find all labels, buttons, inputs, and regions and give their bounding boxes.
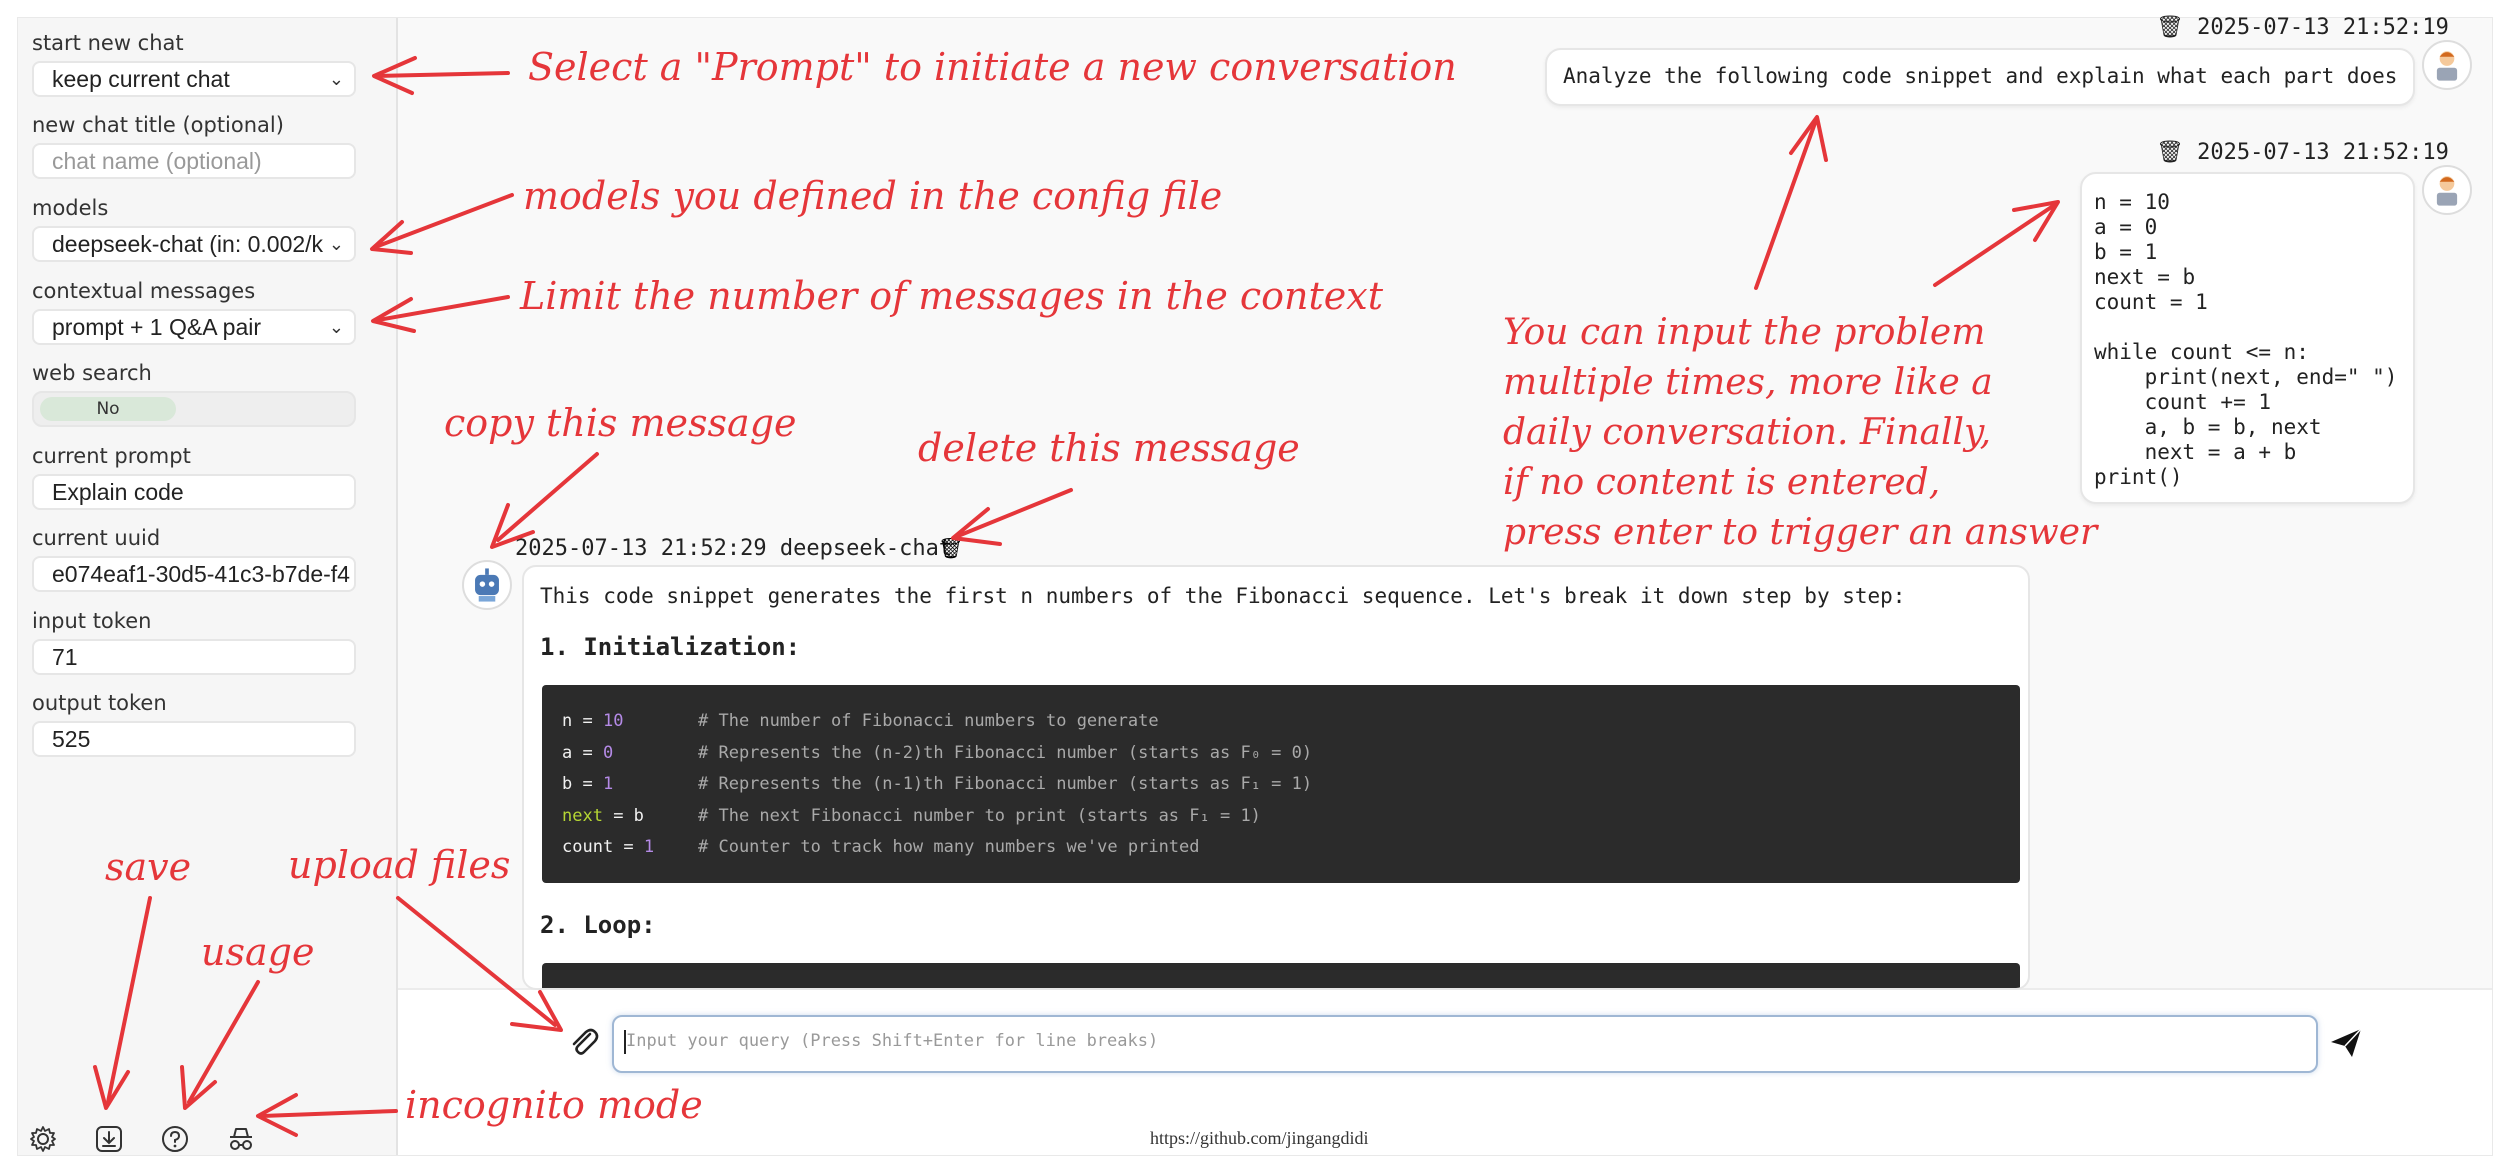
models-label: models bbox=[32, 196, 109, 220]
bot-heading-2: 2. Loop: bbox=[540, 911, 656, 939]
annotation-upload: upload files bbox=[288, 843, 511, 887]
chevron-down-icon: ⌄ bbox=[328, 317, 344, 337]
input-token-field: 71 bbox=[32, 639, 356, 675]
query-input[interactable]: Input your query (Press Shift+Enter for … bbox=[612, 1015, 2318, 1073]
bot-avatar[interactable] bbox=[462, 560, 512, 610]
context-select[interactable]: prompt + 1 Q&A pair ⌄ bbox=[32, 309, 356, 345]
annotation-save: save bbox=[105, 845, 192, 889]
code-line: next = b bbox=[562, 806, 644, 826]
web-search-value: No bbox=[40, 397, 176, 421]
code-block bbox=[542, 963, 2020, 988]
code-comment: # Represents the (n-2)th Fibonacci numbe… bbox=[698, 743, 1313, 763]
bot-heading-1: 1. Initialization: bbox=[540, 633, 801, 661]
start-chat-label: start new chat bbox=[32, 31, 184, 55]
code-line: n = 10 bbox=[562, 711, 624, 731]
input-token-label: input token bbox=[32, 609, 152, 633]
chevron-down-icon: ⌄ bbox=[324, 228, 344, 260]
models-value: deepseek-chat (in: 0.002/k, bbox=[52, 231, 330, 257]
chevron-down-icon: ⌄ bbox=[328, 69, 344, 89]
models-select[interactable]: deepseek-chat (in: 0.002/k, ⌄ bbox=[32, 226, 356, 262]
user-avatar bbox=[2422, 165, 2472, 215]
code-comment: # Counter to track how many numbers we'v… bbox=[698, 837, 1200, 857]
start-chat-select[interactable]: keep current chat ⌄ bbox=[32, 61, 356, 97]
uuid-label: current uuid bbox=[32, 526, 161, 550]
code-line: a = 0 bbox=[562, 743, 614, 763]
annotation-copy: copy this message bbox=[444, 401, 797, 445]
annotation-incognito: incognito mode bbox=[405, 1083, 703, 1127]
send-icon[interactable] bbox=[2328, 1026, 2364, 1060]
code-comment: # Represents the (n-1)th Fibonacci numbe… bbox=[698, 774, 1313, 794]
query-placeholder: Input your query (Press Shift+Enter for … bbox=[626, 1031, 1159, 1051]
bot-message: This code snippet generates the first n … bbox=[522, 565, 2030, 990]
user-avatar bbox=[2422, 40, 2472, 90]
trash-icon[interactable]: 🗑 bbox=[938, 536, 963, 560]
user-message: Analyze the following code snippet and e… bbox=[1545, 48, 2415, 106]
annotation-context: Limit the number of messages in the cont… bbox=[520, 274, 1383, 318]
context-label: contextual messages bbox=[32, 279, 256, 303]
annotation-prompt: Select a "Prompt" to initiate a new conv… bbox=[528, 45, 1457, 89]
current-uuid-field[interactable]: e074eaf1-30d5-41c3-b7de-f4 bbox=[32, 556, 356, 592]
chat-title-input[interactable]: chat name (optional) bbox=[32, 143, 356, 179]
bot-message-meta: 2025-07-13 21:52:29 deepseek-chat bbox=[515, 536, 953, 561]
title-label: new chat title (optional) bbox=[32, 113, 284, 137]
start-chat-value: keep current chat bbox=[52, 66, 230, 92]
gear-icon[interactable] bbox=[28, 1124, 58, 1154]
user-message-timestamp: 🗑 2025-07-13 21:52:19 bbox=[2156, 140, 2449, 165]
code-line: count = 1 bbox=[562, 837, 655, 857]
web-search-label: web search bbox=[32, 361, 152, 385]
paperclip-icon[interactable] bbox=[566, 1024, 602, 1060]
output-token-field: 525 bbox=[32, 721, 356, 757]
code-line: b = 1 bbox=[562, 774, 614, 794]
download-icon[interactable] bbox=[94, 1124, 124, 1154]
bot-intro: This code snippet generates the first n … bbox=[540, 584, 1906, 608]
context-value: prompt + 1 Q&A pair bbox=[52, 314, 262, 340]
github-link[interactable]: https://github.com/jingangdidi bbox=[1150, 1128, 1369, 1149]
help-icon[interactable] bbox=[160, 1124, 190, 1154]
annotation-models: models you defined in the config file bbox=[523, 174, 1223, 218]
annotation-usage: usage bbox=[201, 930, 315, 974]
code-comment: # The next Fibonacci number to print (st… bbox=[698, 806, 1261, 826]
incognito-icon[interactable] bbox=[226, 1124, 256, 1154]
output-token-label: output token bbox=[32, 691, 167, 715]
web-search-toggle[interactable]: No bbox=[32, 391, 356, 427]
current-prompt-field[interactable]: Explain code bbox=[32, 474, 356, 510]
user-code-message: n = 10 a = 0 b = 1 next = b count = 1 wh… bbox=[2080, 172, 2415, 504]
annotation-multi: You can input the problem multiple times… bbox=[1503, 312, 2098, 553]
user-message-timestamp: 🗑 2025-07-13 21:52:19 bbox=[2156, 15, 2449, 40]
code-comment: # The number of Fibonacci numbers to gen… bbox=[698, 711, 1159, 731]
code-block: n = 10 # The number of Fibonacci numbers… bbox=[542, 685, 2020, 883]
annotation-delete: delete this message bbox=[918, 426, 1300, 470]
prompt-label: current prompt bbox=[32, 444, 191, 468]
